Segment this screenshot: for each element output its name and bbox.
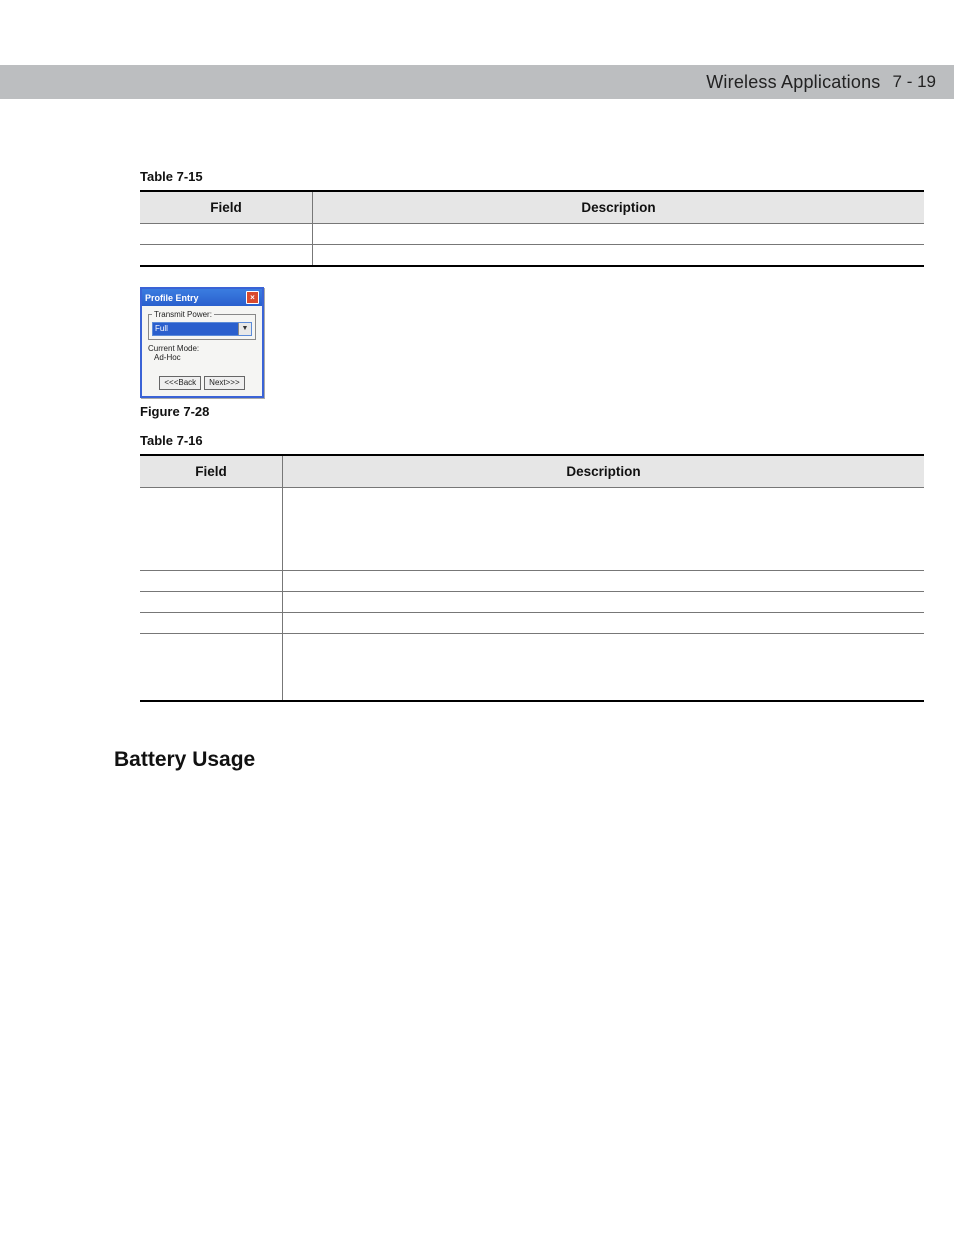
table-cell-desc (283, 613, 925, 634)
chapter-title: Wireless Applications (706, 72, 880, 93)
current-mode-label: Current Mode: (148, 344, 256, 353)
table-cell-desc (313, 245, 925, 267)
table-cell-desc (283, 571, 925, 592)
table-row (140, 224, 924, 245)
section-heading-battery-usage: Battery Usage (114, 748, 924, 772)
back-button-label: <<<Back (164, 378, 196, 387)
table-cell-desc (283, 592, 925, 613)
page-number: 7 - 19 (893, 72, 936, 92)
figure-28-caption-strong: Figure 7-28 (140, 404, 209, 419)
table-cell-desc (283, 634, 925, 702)
figure-28-body: Transmit Power: Full ▼ Current Mode: Ad-… (142, 306, 262, 396)
table-cell-field (140, 613, 283, 634)
table-15-header-field: Field (140, 191, 313, 224)
transmit-power-legend: Transmit Power: (152, 310, 214, 319)
table-row (140, 592, 924, 613)
table-cell-desc (283, 488, 925, 571)
chevron-down-icon[interactable]: ▼ (238, 323, 251, 335)
table-16-header-desc: Description (283, 455, 925, 488)
table-row (140, 634, 924, 702)
table-cell-field (140, 488, 283, 571)
table-15-caption-strong: Table 7-15 (140, 169, 203, 184)
transmit-power-dropdown[interactable]: Full ▼ (152, 322, 252, 336)
next-button-label: Next>>> (209, 378, 239, 387)
table-cell-field (140, 592, 283, 613)
page-body: Table 7-15 Field Description Profile Ent… (0, 99, 954, 822)
table-16-caption: Table 7-16 (140, 433, 924, 448)
table-row (140, 488, 924, 571)
current-mode-value: Ad-Hoc (148, 353, 256, 362)
table-row (140, 613, 924, 634)
transmit-power-value: Full (153, 323, 238, 335)
figure-28-titlebar: Profile Entry × (142, 289, 262, 306)
close-icon[interactable]: × (246, 291, 259, 304)
table-15: Field Description (140, 190, 924, 267)
table-cell-field (140, 634, 283, 702)
table-row (140, 245, 924, 267)
table-cell-field (140, 245, 313, 267)
top-margin (0, 0, 954, 65)
next-button[interactable]: Next>>> (204, 376, 244, 390)
table-16-header-field: Field (140, 455, 283, 488)
figure-28-button-row: <<<Back Next>>> (148, 376, 256, 390)
transmit-power-group: Transmit Power: Full ▼ (148, 310, 256, 340)
table-16: Field Description (140, 454, 924, 702)
back-button[interactable]: <<<Back (159, 376, 201, 390)
table-cell-field (140, 224, 313, 245)
table-15-header-desc: Description (313, 191, 925, 224)
table-cell-field (140, 571, 283, 592)
page-header-bar: Wireless Applications 7 - 19 (0, 65, 954, 99)
figure-28-window-title: Profile Entry (145, 293, 199, 303)
table-cell-desc (313, 224, 925, 245)
figure-28-caption: Figure 7-28 (140, 404, 924, 419)
table-row (140, 571, 924, 592)
table-16-caption-strong: Table 7-16 (140, 433, 203, 448)
figure-28-window: Profile Entry × Transmit Power: Full ▼ C… (140, 287, 264, 398)
table-15-caption: Table 7-15 (140, 169, 924, 184)
